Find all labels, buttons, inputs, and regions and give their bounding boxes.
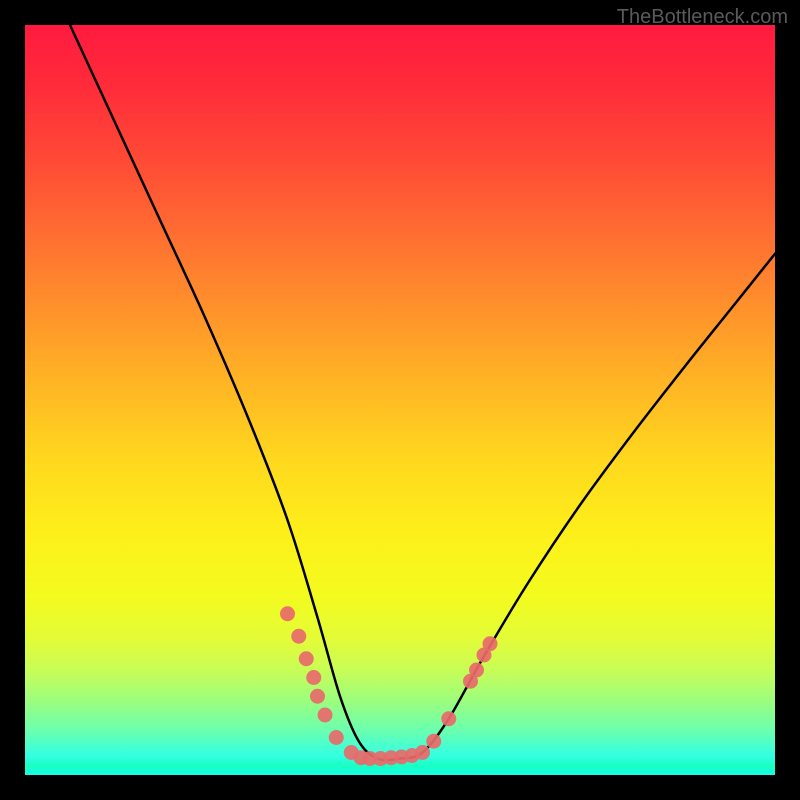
- data-marker: [306, 670, 321, 685]
- attribution-text: TheBottleneck.com: [617, 6, 788, 29]
- data-marker: [426, 734, 441, 749]
- marker-group: [280, 606, 498, 766]
- plot-area: [25, 25, 775, 775]
- chart-frame: TheBottleneck.com: [0, 0, 800, 800]
- data-marker: [291, 629, 306, 644]
- data-marker: [329, 730, 344, 745]
- data-marker: [415, 745, 430, 760]
- data-marker: [483, 636, 498, 651]
- chart-svg: [25, 25, 775, 775]
- data-marker: [299, 651, 314, 666]
- curve-group: [70, 25, 775, 760]
- data-marker: [280, 606, 295, 621]
- data-marker: [469, 663, 484, 678]
- data-marker: [441, 711, 456, 726]
- bottleneck-curve: [70, 25, 775, 760]
- data-marker: [318, 708, 333, 723]
- data-marker: [310, 689, 325, 704]
